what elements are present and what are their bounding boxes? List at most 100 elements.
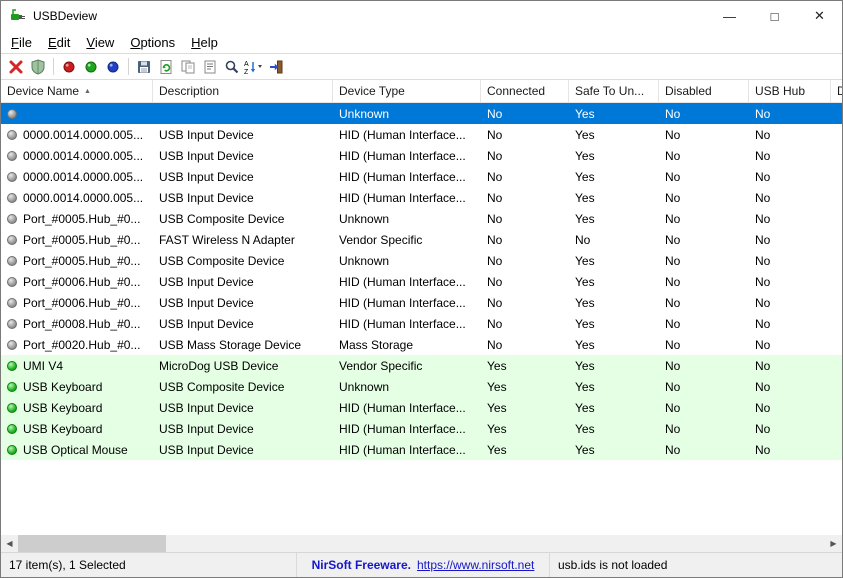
device-row[interactable]: USB KeyboardUSB Input DeviceHID (Human I… [1,397,842,418]
device-name-text: Port_#0005.Hub_#0... [23,233,140,247]
device-name-text: Port_#0020.Hub_#0... [23,338,140,352]
toolbar-separator [128,58,129,75]
device-status-icon [7,214,17,224]
connected-cell: No [481,271,569,292]
maximize-button[interactable]: □ [752,1,797,31]
horizontal-scrollbar[interactable]: ◀ ▶ [1,535,842,552]
device-status-icon [7,424,17,434]
scroll-right-icon[interactable]: ▶ [825,535,842,552]
device-name-cell: USB Keyboard [1,376,153,397]
close-button[interactable]: ✕ [797,1,842,31]
usb-hub-cell: No [749,292,831,313]
safe-to-unplug-cell: Yes [569,292,659,313]
nirsoft-freeware-label: NirSoft Freeware. [312,558,411,572]
column-header-safe-to-unplug[interactable]: Safe To Un... [569,80,659,102]
shield-icon[interactable] [27,56,49,78]
device-type-cell: HID (Human Interface... [333,187,481,208]
d-cell [831,397,842,418]
scrollbar-thumb[interactable] [18,535,166,552]
device-name-cell: Port_#0006.Hub_#0... [1,292,153,313]
column-header-device-name[interactable]: Device Name▲ [1,80,153,102]
usb-hub-cell: No [749,439,831,460]
copy-icon[interactable] [177,56,199,78]
device-name-cell: 0000.0014.0000.005... [1,166,153,187]
find-icon[interactable] [221,56,243,78]
column-header-description[interactable]: Description [153,80,333,102]
d-cell [831,355,842,376]
column-header-disabled[interactable]: Disabled [659,80,749,102]
safe-to-unplug-cell: Yes [569,103,659,124]
sort-ascending-icon: ▲ [84,88,91,95]
exit-icon[interactable] [265,56,287,78]
description-cell: USB Input Device [153,397,333,418]
menu-view[interactable]: View [78,33,122,52]
device-row[interactable]: USB Optical MouseUSB Input DeviceHID (Hu… [1,439,842,460]
device-row[interactable]: Port_#0020.Hub_#0...USB Mass Storage Dev… [1,334,842,355]
usb-hub-cell: No [749,376,831,397]
green-ball-icon[interactable] [80,56,102,78]
disabled-cell: No [659,271,749,292]
device-name-cell: USB Keyboard [1,397,153,418]
device-row[interactable]: Port_#0008.Hub_#0...USB Input DeviceHID … [1,313,842,334]
d-cell [831,103,842,124]
device-status-icon [7,319,17,329]
device-row[interactable]: Port_#0005.Hub_#0...FAST Wireless N Adap… [1,229,842,250]
device-type-cell: HID (Human Interface... [333,271,481,292]
device-status-icon [7,235,17,245]
device-type-cell: HID (Human Interface... [333,166,481,187]
red-ball-icon[interactable] [58,56,80,78]
minimize-button[interactable]: — [707,1,752,31]
column-header-d[interactable]: D [831,80,842,102]
d-cell [831,187,842,208]
device-row[interactable]: 0000.0014.0000.005...USB Input DeviceHID… [1,124,842,145]
scroll-left-icon[interactable]: ◀ [1,535,18,552]
disabled-cell: No [659,166,749,187]
safe-to-unplug-cell: Yes [569,397,659,418]
column-header-usb-hub[interactable]: USB Hub [749,80,831,102]
device-row[interactable]: UMI V4MicroDog USB DeviceVendor Specific… [1,355,842,376]
safe-to-unplug-cell: Yes [569,418,659,439]
column-header-device-type[interactable]: Device Type [333,80,481,102]
properties-icon[interactable] [199,56,221,78]
device-row[interactable]: Port_#0006.Hub_#0...USB Input DeviceHID … [1,292,842,313]
description-cell: USB Input Device [153,166,333,187]
blue-ball-icon[interactable] [102,56,124,78]
column-header-connected[interactable]: Connected [481,80,569,102]
status-items-count: 17 item(s), 1 Selected [1,553,296,577]
menu-options[interactable]: Options [122,33,183,52]
refresh-icon[interactable] [155,56,177,78]
device-status-icon [7,109,17,119]
device-row[interactable]: USB KeyboardUSB Input DeviceHID (Human I… [1,418,842,439]
device-row[interactable]: USB KeyboardUSB Composite DeviceUnknownY… [1,376,842,397]
device-status-icon [7,151,17,161]
sort-icon[interactable]: AZ [243,56,265,78]
device-name-cell: 0000.0014.0000.005... [1,124,153,145]
device-name-text: Port_#0006.Hub_#0... [23,296,140,310]
device-type-cell: HID (Human Interface... [333,439,481,460]
device-row[interactable]: Port_#0005.Hub_#0...USB Composite Device… [1,250,842,271]
connected-cell: No [481,145,569,166]
save-icon[interactable] [133,56,155,78]
menu-edit[interactable]: Edit [40,33,78,52]
device-type-cell: HID (Human Interface... [333,397,481,418]
device-name-text: Port_#0008.Hub_#0... [23,317,140,331]
safe-to-unplug-cell: Yes [569,145,659,166]
device-row[interactable]: 0000.0014.0000.005...USB Input DeviceHID… [1,166,842,187]
device-row[interactable]: Port_#0005.Hub_#0...USB Composite Device… [1,208,842,229]
d-cell [831,229,842,250]
menu-help[interactable]: Help [183,33,226,52]
device-row[interactable]: 0000.0014.0000.005...USB Input DeviceHID… [1,145,842,166]
disabled-cell: No [659,376,749,397]
device-row[interactable]: UnknownNoYesNoNo [1,103,842,124]
scrollbar-track[interactable] [18,535,825,552]
uninstall-icon[interactable] [5,56,27,78]
device-name-text: UMI V4 [23,359,63,373]
device-row[interactable]: Port_#0006.Hub_#0...USB Input DeviceHID … [1,271,842,292]
device-name-cell: Port_#0005.Hub_#0... [1,208,153,229]
connected-cell: Yes [481,376,569,397]
nirsoft-link[interactable]: https://www.nirsoft.net [417,558,534,572]
device-row[interactable]: 0000.0014.0000.005...USB Input DeviceHID… [1,187,842,208]
device-rows: UnknownNoYesNoNo0000.0014.0000.005...USB… [1,103,842,460]
menu-file[interactable]: File [3,33,40,52]
description-cell: USB Input Device [153,418,333,439]
